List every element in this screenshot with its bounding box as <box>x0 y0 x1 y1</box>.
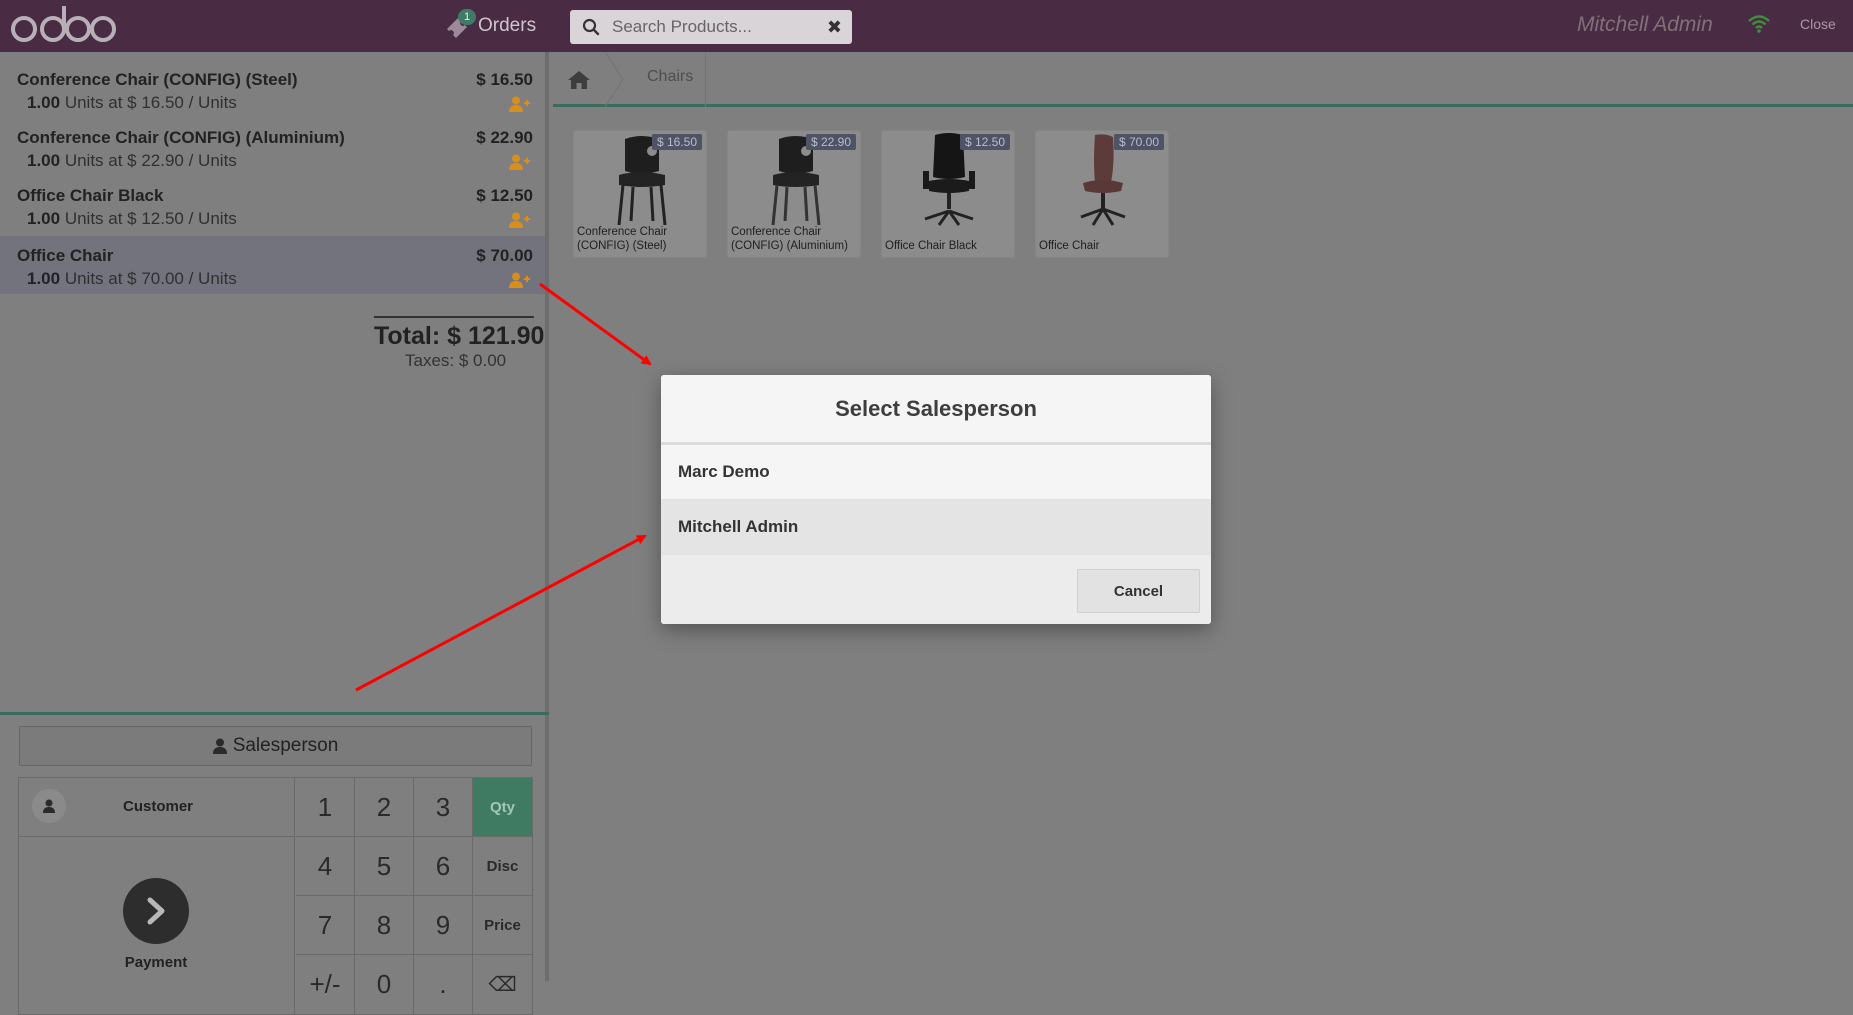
order-line[interactable]: Office Chair Black $ 12.50 1.00 Units at… <box>0 176 545 234</box>
order-line-name: Office Chair <box>17 246 114 265</box>
order-line-name: Office Chair Black <box>17 186 164 205</box>
order-line-unit-price: Units at $ 16.50 / Units <box>60 93 237 112</box>
order-line-detail: 1.00 Units at $ 12.50 / Units <box>27 209 237 229</box>
product-price-tag: $ 70.00 <box>1113 134 1164 150</box>
customer-avatar-icon <box>32 789 66 823</box>
order-line-unit-price: Units at $ 12.50 / Units <box>60 209 237 228</box>
assign-salesperson-icon[interactable] <box>509 272 531 288</box>
numpad-key-4[interactable]: 4 <box>296 837 355 896</box>
breadcrumb-separator <box>605 52 624 107</box>
payment-label: Payment <box>124 954 188 971</box>
order-line-detail: 1.00 Units at $ 22.90 / Units <box>27 151 237 171</box>
product-card[interactable]: $ 16.50 Conference Chair (CONFIG) (Steel… <box>573 130 707 258</box>
order-total: Total: $ 121.90 <box>374 322 545 350</box>
ticket-icon: 1 <box>444 9 477 39</box>
order-line-detail: 1.00 Units at $ 70.00 / Units <box>27 269 237 289</box>
order-line-unit-price: Units at $ 22.90 / Units <box>60 151 237 170</box>
customer-button[interactable]: Customer <box>19 778 295 837</box>
customer-label: Customer <box>123 798 194 815</box>
home-icon[interactable] <box>553 52 605 107</box>
breadcrumb: Chairs <box>553 52 1853 107</box>
order-line[interactable]: Conference Chair (CONFIG) (Aluminium) $ … <box>0 118 545 176</box>
product-name: Office Chair <box>1039 240 1100 252</box>
numpad-key-dot[interactable]: . <box>414 955 473 1014</box>
assign-salesperson-icon[interactable] <box>509 154 531 170</box>
numpad-area: Customer Payment 1 2 3 Qty 4 5 6 Disc 7 … <box>18 777 533 1015</box>
numpad-key-5[interactable]: 5 <box>355 837 414 896</box>
orders-label: Orders <box>478 15 537 36</box>
numpad-key-2[interactable]: 2 <box>355 778 414 837</box>
order-taxes: Taxes: $ 0.00 <box>405 351 507 370</box>
order-line-qty: 1.00 <box>27 269 61 288</box>
mode-disc-button[interactable]: Disc <box>473 837 532 896</box>
search-icon <box>582 18 600 36</box>
cancel-button[interactable]: Cancel <box>1077 569 1200 613</box>
product-search-box: ✖ <box>570 10 852 44</box>
order-line[interactable]: Conference Chair (CONFIG) (Steel) $ 16.5… <box>0 60 545 118</box>
numpad-key-8[interactable]: 8 <box>355 896 414 955</box>
search-input[interactable] <box>610 15 810 39</box>
order-line-qty: 1.00 <box>27 209 61 228</box>
select-salesperson-dialog: Select Salesperson Marc Demo Mitchell Ad… <box>661 375 1211 624</box>
numpad-key-6[interactable]: 6 <box>414 837 473 896</box>
orders-count-badge: 1 <box>458 9 477 25</box>
assign-salesperson-icon[interactable] <box>509 96 531 112</box>
order-line-price: $ 22.90 <box>476 128 533 147</box>
salesperson-button[interactable]: Salesperson <box>19 726 532 766</box>
salesperson-option-mitchell-admin[interactable]: Mitchell Admin <box>661 500 1211 555</box>
assign-salesperson-icon[interactable] <box>509 212 531 228</box>
salesperson-option-marc-demo[interactable]: Marc Demo <box>661 445 1211 500</box>
odoo-logo <box>11 6 116 42</box>
payment-button[interactable]: Payment <box>19 837 295 1015</box>
order-line-price: $ 70.00 <box>476 246 533 265</box>
order-line-price: $ 12.50 <box>476 186 533 205</box>
dialog-title: Select Salesperson <box>661 375 1211 445</box>
mode-qty-button[interactable]: Qty <box>473 778 532 837</box>
top-bar: 1 Orders ✖ Mitchell Admin Close <box>0 0 1853 52</box>
order-line-detail: 1.00 Units at $ 16.50 / Units <box>27 93 237 113</box>
numpad-key-7[interactable]: 7 <box>296 896 355 955</box>
numpad-key-1[interactable]: 1 <box>296 778 355 837</box>
product-name: Conference Chair (CONFIG) (Aluminium) <box>731 226 848 252</box>
control-divider <box>0 712 549 715</box>
orders-button[interactable]: 1 Orders <box>444 9 537 42</box>
product-name: Conference Chair (CONFIG) (Steel) <box>577 226 668 252</box>
order-line-name: Conference Chair (CONFIG) (Aluminium) <box>17 128 345 147</box>
product-price-tag: $ 16.50 <box>651 134 702 150</box>
user-icon <box>212 738 227 754</box>
order-line-qty: 1.00 <box>27 151 61 170</box>
product-name: Office Chair Black <box>885 240 977 252</box>
current-user-name[interactable]: Mitchell Admin <box>1577 13 1713 37</box>
order-line-unit-price: Units at $ 70.00 / Units <box>60 269 237 288</box>
numpad-key-sign[interactable]: +/- <box>296 955 355 1014</box>
dialog-footer: Cancel <box>661 555 1211 624</box>
numpad-key-0[interactable]: 0 <box>355 955 414 1014</box>
breadcrumb-divider <box>705 52 706 107</box>
order-line-qty: 1.00 <box>27 93 61 112</box>
close-pos-button[interactable]: Close <box>1800 16 1836 32</box>
product-card[interactable]: $ 22.90 Conference Chair (CONFIG) (Alumi… <box>727 130 861 258</box>
product-card[interactable]: $ 12.50 Office Chair Black <box>881 130 1015 258</box>
order-line-price: $ 16.50 <box>476 70 533 89</box>
product-price-tag: $ 12.50 <box>959 134 1010 150</box>
numpad-key-3[interactable]: 3 <box>414 778 473 837</box>
breadcrumb-category[interactable]: Chairs <box>647 68 693 86</box>
product-card[interactable]: $ 70.00 Office Chair <box>1035 130 1169 258</box>
product-price-tag: $ 22.90 <box>805 134 856 150</box>
backspace-icon[interactable]: ⌫ <box>473 955 532 1014</box>
order-line-name: Conference Chair (CONFIG) (Steel) <box>17 70 298 89</box>
mode-price-button[interactable]: Price <box>473 896 532 955</box>
total-divider <box>374 316 534 318</box>
chevron-right-icon <box>123 878 189 944</box>
order-panel: Conference Chair (CONFIG) (Steel) $ 16.5… <box>0 52 549 1015</box>
salesperson-label: Salesperson <box>232 735 339 756</box>
wifi-icon <box>1748 15 1770 33</box>
order-line-selected[interactable]: Office Chair $ 70.00 1.00 Units at $ 70.… <box>0 236 545 294</box>
numpad-key-9[interactable]: 9 <box>414 896 473 955</box>
clear-search-icon[interactable]: ✖ <box>827 16 842 38</box>
